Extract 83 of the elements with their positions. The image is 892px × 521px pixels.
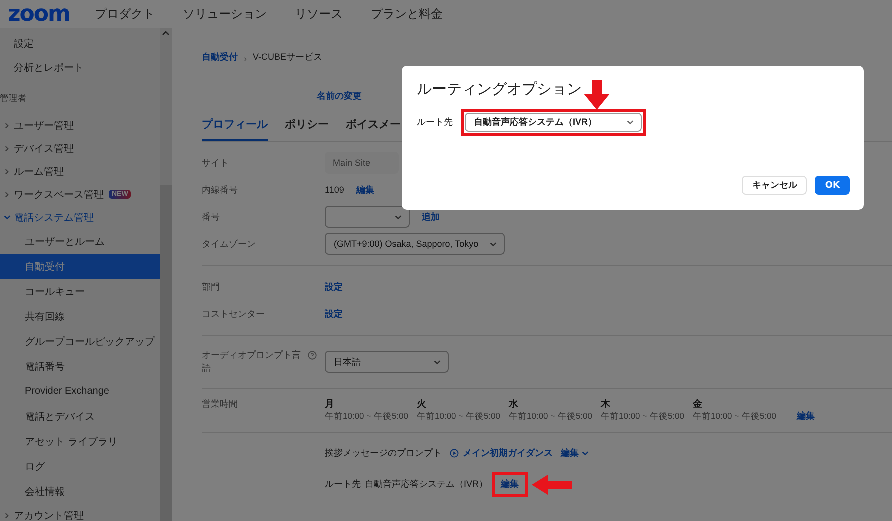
field-label: 内線番号: [202, 184, 239, 196]
section-header: 管理者: [0, 93, 27, 105]
edit-link[interactable]: 設定: [325, 280, 343, 294]
sidebar-group[interactable]: ワークスペース管理: [14, 188, 104, 202]
field-label: タイムゾーン: [202, 238, 257, 250]
edit-link[interactable]: 追加: [422, 210, 440, 224]
sidebar-item[interactable]: 分析とレポート: [14, 61, 84, 75]
edit-link[interactable]: 編集: [356, 184, 374, 196]
arrow-icon: [532, 474, 572, 494]
prompt-link[interactable]: メイン初期ガイダンス: [450, 447, 553, 460]
hours-text: 午前10:00 ~ 午後5:00: [601, 411, 686, 423]
day-label: 木: [601, 398, 612, 411]
sidebar-group[interactable]: ルーム管理: [14, 164, 64, 178]
tab[interactable]: ボイスメー: [346, 112, 401, 141]
nav-link[interactable]: プランと料金: [371, 6, 443, 22]
route-label: ルート先: [325, 478, 361, 491]
scrollbar-thumb[interactable]: [160, 185, 172, 521]
field-label: 営業時間: [202, 398, 239, 411]
cancel-button[interactable]: キャンセル: [742, 176, 808, 195]
nav-link[interactable]: プロダクト: [95, 6, 155, 22]
scroll-up-icon[interactable]: [162, 30, 170, 36]
select-field[interactable]: 日本語: [325, 351, 449, 373]
field-label: 部門: [202, 280, 221, 294]
breadcrumb-separator: ›: [244, 54, 247, 64]
chevron-icon[interactable]: [3, 144, 11, 152]
day-label: 水: [509, 398, 520, 411]
play-icon: [450, 449, 459, 458]
breadcrumb-link[interactable]: 自動受付: [202, 51, 238, 64]
sidebar-item[interactable]: グループコールピックアップ: [0, 329, 160, 354]
field-label: コストセンター: [202, 308, 266, 320]
hours-text: 午前10:00 ~ 午後5:00: [417, 411, 502, 423]
hours-text: 午前10:00 ~ 午後5:00: [325, 411, 410, 423]
sidebar-item[interactable]: Provider Exchange: [0, 379, 160, 404]
day-label: 月: [325, 398, 336, 411]
field-label: サイト: [202, 156, 230, 170]
help-icon[interactable]: [308, 351, 317, 360]
select-field[interactable]: (GMT+9:00) Osaka, Sapporo, Tokyo: [325, 233, 505, 255]
chevron-icon[interactable]: [3, 190, 11, 198]
sidebar-item[interactable]: ログ: [0, 454, 160, 479]
day-label: 金: [693, 398, 704, 411]
dialog-title: ルーティングオプション: [417, 80, 582, 100]
edit-link[interactable]: 編集: [561, 447, 579, 460]
ok-button[interactable]: OK: [815, 176, 850, 195]
route-label: ルート先: [417, 116, 453, 129]
sidebar-item[interactable]: コールキュー: [0, 279, 160, 304]
sidebar-group[interactable]: 電話システム管理: [14, 210, 94, 224]
sidebar-group[interactable]: デバイス管理: [14, 142, 74, 156]
sidebar-item[interactable]: 会社情報: [0, 479, 160, 504]
chevron-icon[interactable]: [581, 449, 590, 458]
zoom-logo[interactable]: zoom: [8, 2, 95, 26]
tab[interactable]: プロフィール: [202, 112, 268, 141]
sidebar-item[interactable]: アセット ライブラリ: [0, 429, 160, 454]
breadcrumb-current: V-CUBEサービス: [253, 51, 323, 64]
sidebar-item[interactable]: 電話番号: [0, 354, 160, 379]
sidebar-item[interactable]: 設定: [14, 37, 34, 51]
edit-link[interactable]: 編集: [797, 410, 815, 423]
chevron-icon[interactable]: [2, 213, 12, 222]
sidebar-item[interactable]: 共有回線: [0, 304, 160, 329]
extension-number: 1109: [325, 185, 344, 195]
chevron-icon[interactable]: [3, 122, 11, 130]
sidebar-item[interactable]: 自動受付: [0, 254, 160, 279]
nav-link[interactable]: ソリューション: [183, 6, 267, 22]
edit-link[interactable]: 編集: [501, 478, 520, 491]
edit-link[interactable]: 設定: [325, 308, 343, 320]
tab[interactable]: ポリシー: [285, 112, 329, 141]
rename-link[interactable]: 名前の変更: [317, 90, 362, 104]
day-label: 火: [417, 398, 428, 411]
hours-text: 午前10:00 ~ 午後5:00: [509, 411, 594, 423]
field-label: 番号: [202, 210, 221, 224]
site-field: Main Site: [325, 152, 399, 174]
route-value: 自動音声応答システム（IVR）: [365, 478, 488, 491]
sidebar-item[interactable]: 電話とデバイス: [0, 404, 160, 429]
chevron-icon[interactable]: [626, 118, 635, 127]
greeting-label: 挨拶メッセージのプロンプト: [325, 447, 442, 460]
field-label: オーディオプロンプト言語: [202, 349, 302, 375]
nav-link[interactable]: リソース: [295, 6, 343, 22]
sidebar-group[interactable]: アカウント管理: [14, 508, 84, 521]
chevron-icon[interactable]: [3, 168, 11, 176]
hours-text: 午前10:00 ~ 午後5:00: [693, 411, 778, 423]
route-select[interactable]: 自動音声応答システム（IVR）: [465, 113, 642, 132]
sidebar-group[interactable]: ユーザー管理: [14, 118, 74, 132]
chevron-icon[interactable]: [3, 512, 11, 520]
sidebar-item[interactable]: ユーザーとルーム: [0, 229, 160, 254]
